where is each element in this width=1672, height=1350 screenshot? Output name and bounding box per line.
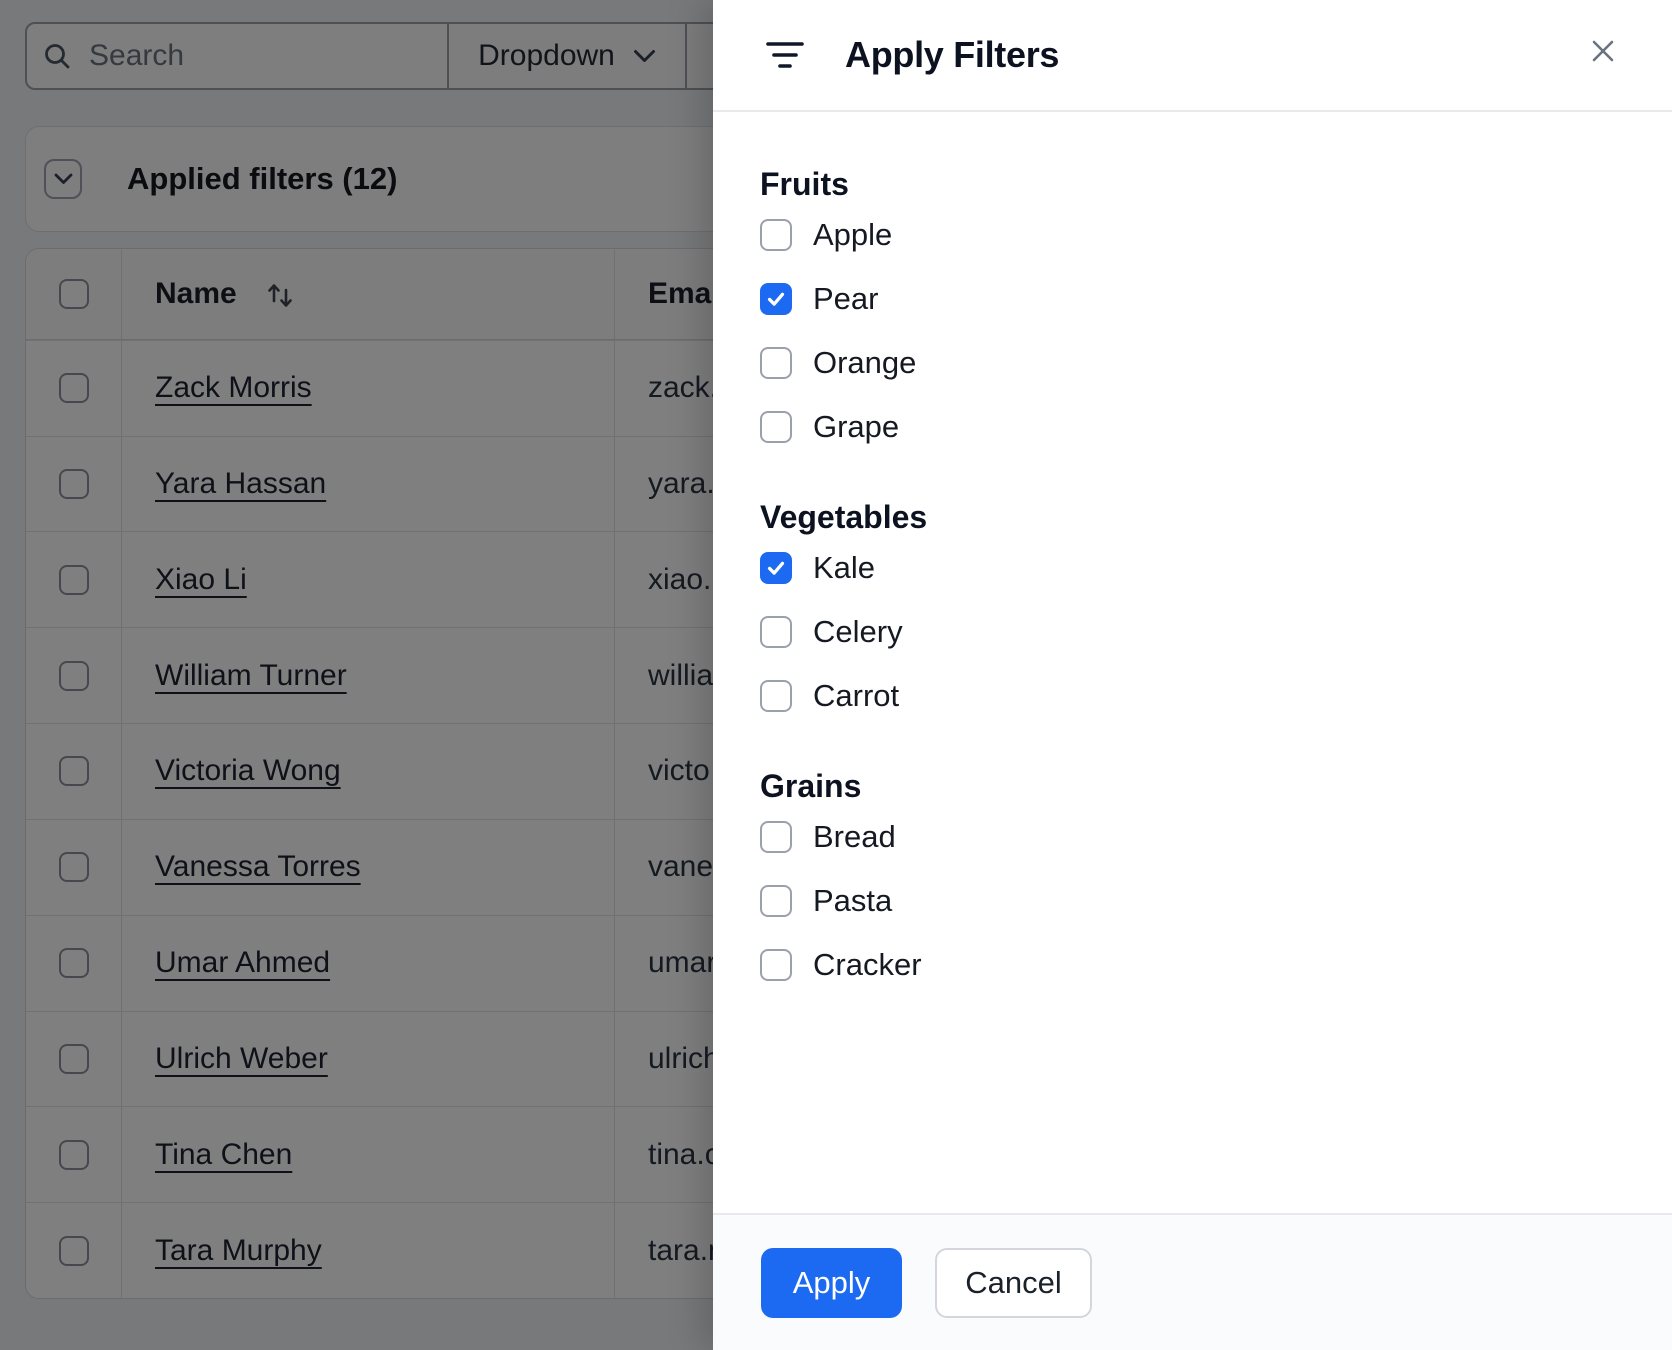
panel-header: Apply Filters [713, 0, 1672, 112]
filter-option[interactable]: Bread [760, 819, 1632, 855]
filter-option-label[interactable]: Apple [813, 217, 892, 253]
filter-option[interactable]: Celery [760, 614, 1632, 650]
panel-footer: Apply Cancel [713, 1213, 1672, 1350]
filter-group: Grains Bread Pasta Cracker [760, 767, 1632, 983]
filter-option-label[interactable]: Cracker [813, 947, 922, 983]
filter-option[interactable]: Orange [760, 345, 1632, 381]
filter-checkbox[interactable] [760, 552, 792, 584]
filter-option[interactable]: Carrot [760, 678, 1632, 714]
filter-option[interactable]: Cracker [760, 947, 1632, 983]
filter-option-label[interactable]: Pear [813, 281, 878, 317]
filter-checkbox[interactable] [760, 949, 792, 981]
close-icon[interactable] [1579, 27, 1627, 75]
filter-group-heading: Vegetables [760, 499, 928, 535]
filter-groups: Fruits Apple Pear Orange Grape Vegetable… [713, 112, 1672, 1213]
filter-option-label[interactable]: Grape [813, 409, 899, 445]
filter-group-heading: Grains [760, 768, 862, 804]
filter-checkbox[interactable] [760, 821, 792, 853]
filter-checkbox[interactable] [760, 616, 792, 648]
filter-option[interactable]: Pear [760, 281, 1632, 317]
filter-checkbox[interactable] [760, 411, 792, 443]
filter-option[interactable]: Kale [760, 550, 1632, 586]
filter-option-label[interactable]: Orange [813, 345, 916, 381]
filter-group: Fruits Apple Pear Orange Grape [760, 165, 1632, 445]
filter-checkbox[interactable] [760, 885, 792, 917]
filter-checkbox[interactable] [760, 347, 792, 379]
filter-checkbox[interactable] [760, 219, 792, 251]
apply-filters-panel: Apply Filters Fruits Apple Pear Orange G… [713, 0, 1672, 1350]
filter-option[interactable]: Grape [760, 409, 1632, 445]
cancel-button[interactable]: Cancel [935, 1247, 1092, 1318]
filter-group-heading: Fruits [760, 166, 849, 202]
filter-checkbox[interactable] [760, 283, 792, 315]
filter-funnel-icon [766, 41, 804, 69]
panel-title: Apply Filters [845, 34, 1060, 75]
filter-option-label[interactable]: Pasta [813, 883, 892, 919]
filter-option-label[interactable]: Kale [813, 550, 875, 586]
filter-option-label[interactable]: Celery [813, 614, 903, 650]
filter-option[interactable]: Pasta [760, 883, 1632, 919]
apply-button[interactable]: Apply [761, 1247, 902, 1318]
filter-group: Vegetables Kale Celery Carrot [760, 498, 1632, 714]
filter-checkbox[interactable] [760, 680, 792, 712]
filter-option-label[interactable]: Bread [813, 819, 896, 855]
filter-option[interactable]: Apple [760, 217, 1632, 253]
filter-option-label[interactable]: Carrot [813, 678, 899, 714]
